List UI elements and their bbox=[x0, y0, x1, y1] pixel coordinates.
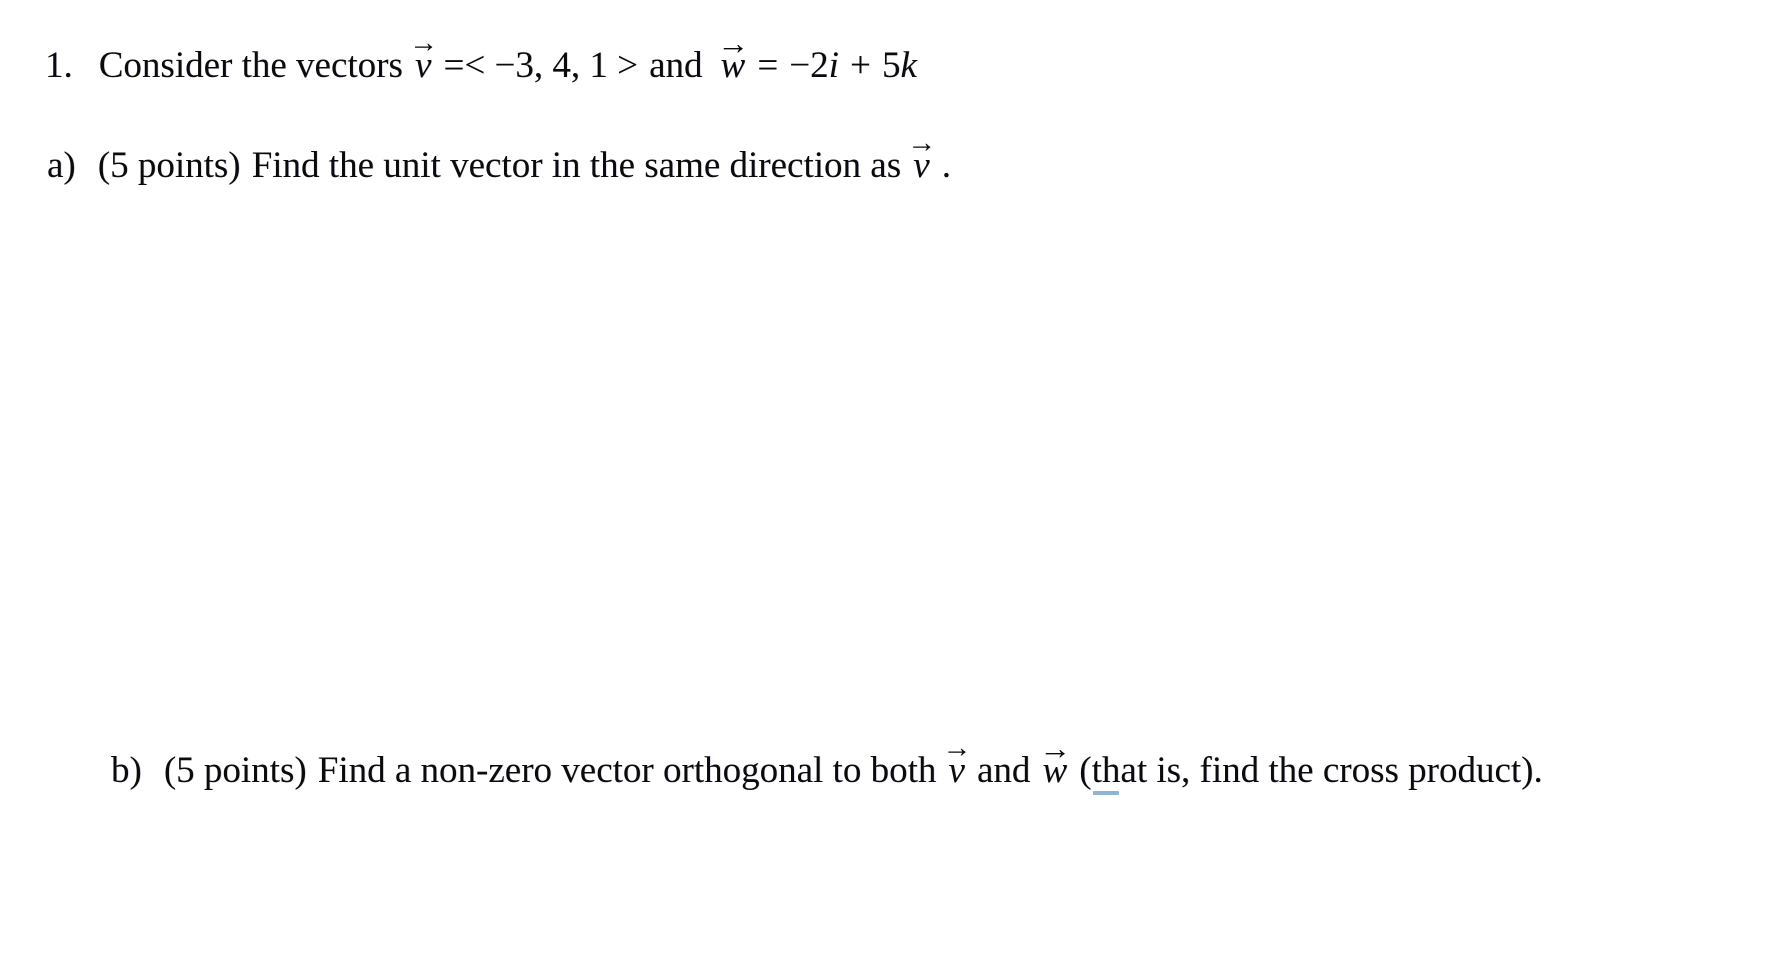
vector-v-letter: v bbox=[948, 750, 965, 791]
spellcheck-fragment: th bbox=[1091, 750, 1121, 791]
vector-v-symbol: → v bbox=[409, 29, 438, 86]
part-a-prompt: Find the unit vector in the same directi… bbox=[251, 145, 902, 186]
part-b-trailing: is, find the cross product). bbox=[1147, 750, 1543, 791]
question-stem-text: Consider the vectors bbox=[98, 45, 403, 86]
vector-v-definition: =< −3, 4, 1 > bbox=[443, 45, 638, 86]
answer-space-b[interactable] bbox=[111, 812, 1731, 952]
vector-w-symbol: → w bbox=[717, 28, 749, 86]
part-b-points: (5 points) bbox=[163, 750, 307, 791]
vector-w-symbol: → w bbox=[1039, 733, 1071, 791]
w-unit-vector-i: i bbox=[828, 45, 839, 86]
part-a-period: . bbox=[941, 145, 951, 186]
vector-w-letter: w bbox=[720, 45, 746, 86]
worksheet-page: 1. Consider the vectors → v =< −3, 4, 1 > and… bbox=[0, 0, 1789, 971]
part-b-line: b) (5 points) Find a non-zero vector ortho… bbox=[111, 733, 1543, 795]
part-b-label: b) bbox=[111, 750, 142, 791]
w-equals-sign: = bbox=[757, 45, 779, 86]
w-coefficient-2: 5 bbox=[882, 45, 901, 86]
part-b-conjunction: and bbox=[976, 750, 1031, 791]
vector-v-letter: v bbox=[415, 45, 432, 86]
part-a-points: (5 points) bbox=[97, 145, 241, 186]
part-b-prompt: Find a non-zero vector orthogonal to bot… bbox=[317, 750, 937, 791]
w-unit-vector-k: k bbox=[900, 45, 917, 86]
answer-space-a[interactable] bbox=[47, 215, 1737, 715]
vector-v-symbol: → v bbox=[943, 734, 972, 791]
vector-v-letter: v bbox=[913, 145, 930, 186]
question-number: 1. bbox=[45, 45, 73, 86]
stem-conjunction: and bbox=[649, 45, 703, 86]
part-a-line: a) (5 points) Find the unit vector in the … bbox=[47, 129, 951, 186]
part-b-word-rest: at bbox=[1120, 750, 1148, 791]
spellcheck-underline-marker: th bbox=[1091, 750, 1121, 795]
w-plus-sign: + bbox=[850, 45, 871, 86]
part-a-label: a) bbox=[47, 145, 76, 186]
w-coefficient-1: −2 bbox=[789, 45, 829, 86]
question-stem-line: 1. Consider the vectors → v =< −3, 4, 1 > and… bbox=[45, 28, 917, 86]
part-b-paren-open: ( bbox=[1079, 750, 1092, 791]
vector-v-symbol: → v bbox=[907, 129, 936, 186]
vector-w-letter: w bbox=[1042, 750, 1068, 791]
